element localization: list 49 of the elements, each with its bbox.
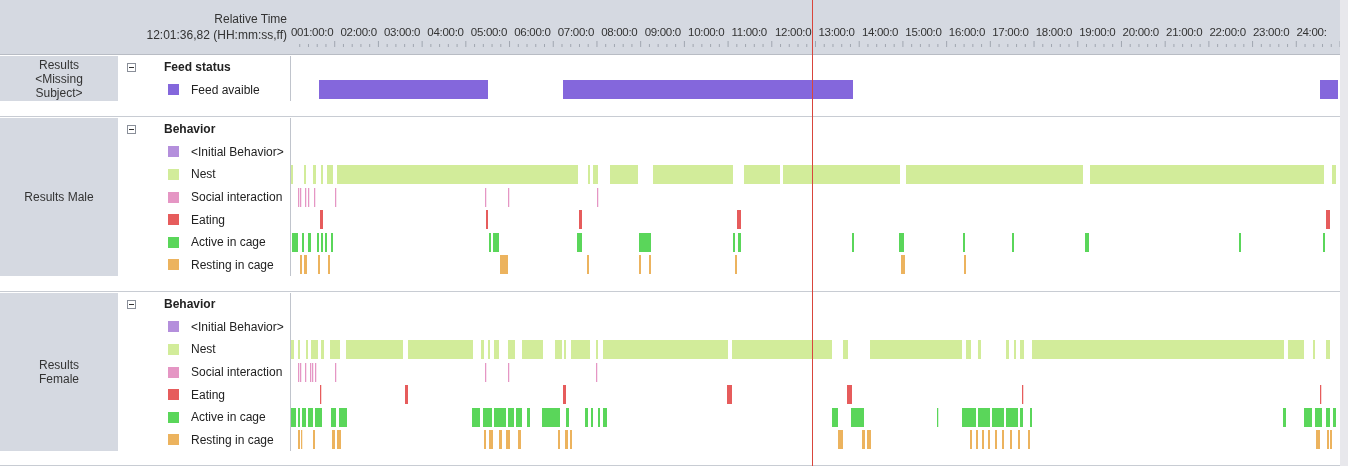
tick-label: 01:00:0 — [297, 26, 335, 38]
tick-label: 03:00:0 — [383, 26, 422, 38]
start-time: 12:01:36,82 (HH:mm:ss,ff) — [146, 28, 287, 42]
tick-label: 06:00:0 — [514, 26, 552, 38]
tick-label: 04:00:0 — [427, 26, 465, 38]
legend-label: Feed avaible — [191, 82, 260, 97]
tick-label: 07:00:0 — [557, 26, 595, 38]
legend-label: <Initial Behavior> — [191, 319, 284, 334]
legend-label: Social interaction — [191, 365, 283, 380]
tick-label: 0 — [291, 26, 297, 38]
legend-label: Social interaction — [191, 190, 283, 205]
group-title: Behavior — [164, 297, 216, 312]
collapse-icon[interactable] — [127, 124, 136, 134]
tick-label: 24:00: — [1296, 26, 1328, 38]
tick-label: 16:00:0 — [948, 26, 987, 38]
legend-label: Nest — [191, 167, 216, 182]
tick-label: 14:00:0 — [861, 26, 900, 38]
tick-label: 21:00:0 — [1166, 26, 1204, 38]
subject-label: Results Male — [24, 190, 94, 205]
tick-label: 20:00:0 — [1122, 26, 1160, 38]
subject-label: Results Female — [38, 358, 80, 387]
tick-label: 08:00:0 — [601, 26, 639, 38]
collapse-icon[interactable] — [127, 62, 136, 72]
group-title: Feed status — [164, 60, 231, 75]
legend-label: Eating — [191, 387, 226, 402]
tick-label: 23:00:0 — [1252, 26, 1291, 38]
tick-label: 17:00:0 — [992, 26, 1030, 38]
axis-title: Relative Time — [214, 12, 287, 26]
tick-label: 18:00:0 — [1035, 26, 1073, 38]
tick-label: 13:00:0 — [818, 26, 856, 38]
tick-label: 19:00:0 — [1079, 26, 1117, 38]
tick-label: 09:00:0 — [644, 26, 682, 38]
legend-label: Active in cage — [191, 410, 266, 425]
collapse-icon[interactable] — [127, 299, 136, 309]
subject-label: Results <Missing Subject> — [34, 57, 84, 100]
tick-label: 10:00:0 — [688, 26, 726, 38]
tick-label: 12:00:0 — [775, 26, 813, 38]
group-title: Behavior — [164, 122, 216, 137]
legend-label: Active in cage — [191, 235, 266, 250]
legend-label: Resting in cage — [191, 257, 274, 272]
legend-label: Resting in cage — [191, 432, 274, 447]
tick-label: 15:00:0 — [905, 26, 943, 38]
legend-label: Eating — [191, 212, 226, 227]
tick-label: 22:00:0 — [1209, 26, 1247, 38]
legend-label: Nest — [191, 342, 216, 357]
tick-label: 05:00:0 — [470, 26, 509, 38]
legend-label: <Initial Behavior> — [191, 144, 284, 159]
tick-label: 02:00:0 — [340, 26, 378, 38]
tick-label: 11:00:0 — [731, 26, 768, 38]
